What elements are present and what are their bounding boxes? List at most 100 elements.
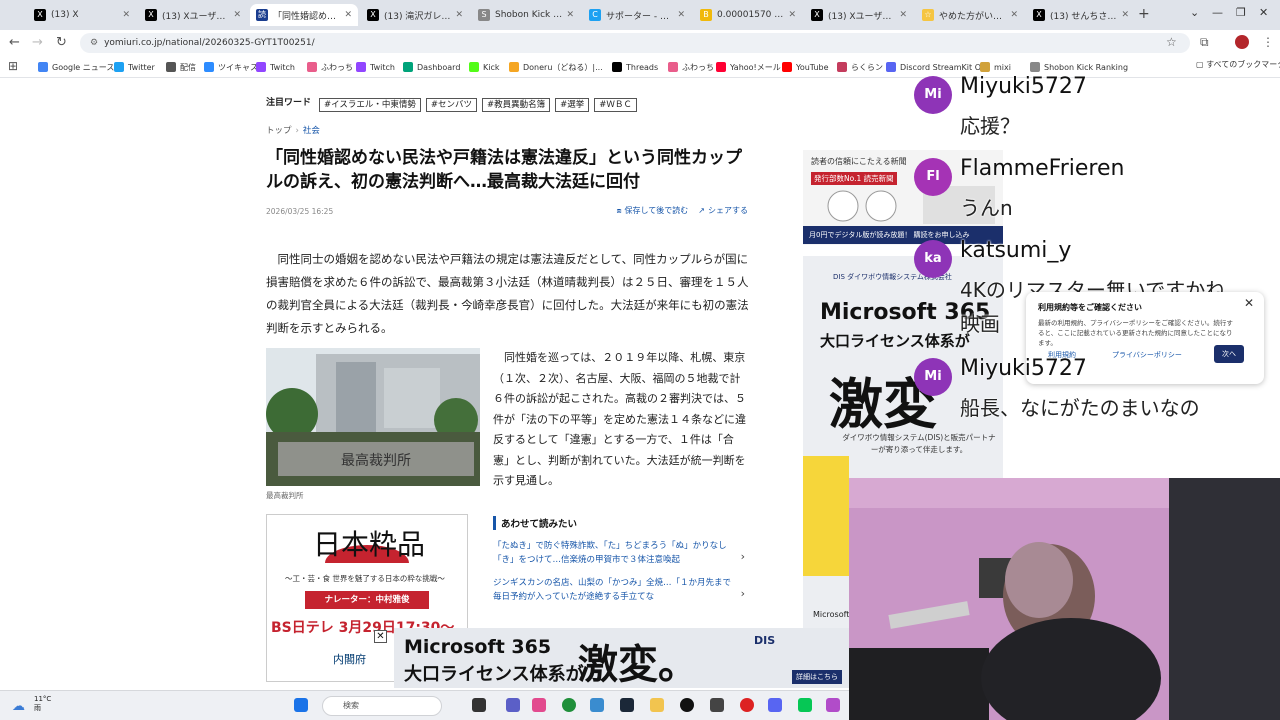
- obs-icon[interactable]: [680, 698, 694, 712]
- copilot-icon[interactable]: [532, 698, 546, 712]
- keyword-tag[interactable]: #ＷＢＣ: [594, 98, 637, 112]
- tab-close-icon[interactable]: ✕: [677, 10, 685, 20]
- bookmark-item[interactable]: Threads: [612, 59, 658, 75]
- related-title: あわせて読みたい: [493, 516, 753, 530]
- bookmark-item[interactable]: Twitter: [114, 59, 155, 75]
- taskbar-search[interactable]: 検索: [322, 696, 442, 716]
- tab-close-icon[interactable]: ✕: [122, 10, 130, 20]
- all-bookmarks-label: すべてのブックマーク: [1206, 60, 1280, 69]
- breadcrumb-top[interactable]: トップ: [266, 126, 292, 136]
- menu-icon[interactable]: ⋮: [1262, 35, 1274, 49]
- browser-tab[interactable]: C サポーター - せんち...✕: [583, 4, 691, 26]
- related-article-link[interactable]: 「たぬき」で防ぐ特殊詐欺、「た」ちどまろう「ぬ」かりなし「き」をつけて…信楽焼の…: [493, 540, 745, 567]
- app2-icon[interactable]: [826, 698, 840, 712]
- banner-line1: Microsoft 365: [404, 636, 552, 658]
- bookmark-item[interactable]: Dashboard: [403, 59, 460, 75]
- ad-close-icon[interactable]: ✕: [374, 630, 387, 643]
- browser-tab[interactable]: B 0.00001570 | AXS...✕: [694, 4, 802, 26]
- tab-close-icon[interactable]: ✕: [899, 10, 907, 20]
- bookmark-label: ふわっち: [682, 62, 714, 72]
- save-later-button[interactable]: ⧈ 保存して後で読む: [616, 205, 688, 216]
- bookmark-item[interactable]: Google ニュース: [38, 59, 114, 75]
- keyword-heading: 注目ワード: [266, 98, 312, 108]
- bookmark-item[interactable]: Twitch: [256, 59, 295, 75]
- bookmark-label: Dashboard: [417, 62, 461, 72]
- share-button[interactable]: ↗ シェアする: [698, 205, 748, 216]
- reload-icon[interactable]: ↻: [56, 35, 67, 50]
- bookmark-item[interactable]: らくらン: [837, 59, 883, 75]
- tab-favicon-icon: X: [1033, 9, 1045, 21]
- bookmark-item[interactable]: Kick: [469, 59, 500, 75]
- edge-icon[interactable]: [590, 698, 604, 712]
- site-info-icon[interactable]: ⚙: [90, 38, 98, 48]
- bookmark-item[interactable]: Twitch: [356, 59, 395, 75]
- apps-icon[interactable]: ⊞: [8, 59, 18, 73]
- tab-close-icon[interactable]: ✕: [788, 10, 796, 20]
- teams-icon[interactable]: [506, 698, 520, 712]
- back-icon[interactable]: ←: [9, 35, 20, 50]
- tab-search-icon[interactable]: ⌄: [1190, 6, 1199, 19]
- browser-tab[interactable]: X (13) せんちさん (@...✕: [1027, 4, 1135, 26]
- browser-tab[interactable]: 読「同性婚認めない民...✕: [250, 4, 358, 26]
- tab-favicon-icon: S: [478, 9, 490, 21]
- file-explorer-icon[interactable]: [650, 698, 664, 712]
- extensions-icon[interactable]: ⧉: [1200, 35, 1209, 50]
- weather-widget[interactable]: 11°C 雨: [34, 695, 51, 713]
- browser-tab[interactable]: X (13) X ✕: [28, 4, 136, 26]
- bookmark-item[interactable]: 配信: [166, 59, 196, 75]
- browser-tab[interactable]: X (13) Xユーザーの芸...✕: [139, 4, 247, 26]
- record-icon[interactable]: [740, 698, 754, 712]
- steam-icon[interactable]: [620, 698, 634, 712]
- keyword-tag[interactable]: #選挙: [555, 98, 590, 112]
- line-icon[interactable]: [798, 698, 812, 712]
- browser-tab[interactable]: X (13) Xユーザーの滝...✕: [805, 4, 913, 26]
- browser-tab[interactable]: S Shobon Kick Ranki...✕: [472, 4, 580, 26]
- discord-icon[interactable]: [768, 698, 782, 712]
- bookmark-item[interactable]: ふわっち: [668, 59, 714, 75]
- new-tab-button[interactable]: +: [1138, 6, 1150, 22]
- bookmark-star-icon[interactable]: ☆: [1166, 35, 1177, 49]
- bottom-banner-ad[interactable]: Microsoft 365 大口ライセンス体系が 激変。 DIS 詳細はこちら: [394, 628, 849, 688]
- browser-tab[interactable]: ☆ やめた方がいい | ア...✕: [916, 4, 1024, 26]
- tab-close-icon[interactable]: ✕: [233, 10, 241, 20]
- keyword-tag[interactable]: #イスラエル・中東情勢: [319, 98, 421, 112]
- tab-close-icon[interactable]: ✕: [566, 10, 574, 20]
- chat-text: 船長、なにがたのまいなの: [960, 396, 1200, 420]
- bookmark-item[interactable]: Doneru（どねる）|...: [509, 59, 603, 75]
- keyword-tag[interactable]: #教員異動名簿: [482, 98, 551, 112]
- bookmark-item[interactable]: YouTube: [782, 59, 829, 75]
- app-icon[interactable]: [710, 698, 724, 712]
- all-bookmarks-button[interactable]: ▢ すべてのブックマーク: [1196, 59, 1280, 70]
- bookmark-label: Twitch: [370, 62, 395, 72]
- tab-close-icon[interactable]: ✕: [1010, 10, 1018, 20]
- tab-close-icon[interactable]: ✕: [344, 10, 352, 20]
- url-input[interactable]: ⚙ yomiuri.co.jp/national/20260325-GYT1T00…: [80, 33, 1190, 53]
- close-window-icon[interactable]: ✕: [1259, 6, 1268, 19]
- chat-username: Miyuki5727: [960, 356, 1087, 381]
- related-article-link[interactable]: ジンギスカンの名店、山梨の「かつみ」全焼…「１か月先まで毎日予約が入っていたが途…: [493, 577, 745, 604]
- profile-avatar[interactable]: [1235, 35, 1249, 49]
- bookmark-item[interactable]: Yahoo!メール: [716, 59, 781, 75]
- banner-more-button[interactable]: 詳細はこちら: [792, 670, 842, 684]
- maximize-icon[interactable]: ❐: [1236, 6, 1246, 19]
- tab-label: (13) Xユーザーの芸...: [162, 11, 230, 22]
- breadcrumb-society[interactable]: 社会: [303, 126, 320, 136]
- keyword-tag[interactable]: #センバツ: [425, 98, 478, 112]
- forward-icon[interactable]: →: [32, 35, 43, 50]
- bookmark-item[interactable]: ツイキャス: [204, 59, 258, 75]
- tab-label: やめた方がいい | ア...: [939, 11, 1007, 22]
- supreme-court-photo[interactable]: 最高裁判所: [266, 348, 480, 486]
- start-icon[interactable]: [294, 698, 308, 712]
- chat-text: うんn: [960, 196, 1013, 220]
- tab-close-icon[interactable]: ✕: [1121, 10, 1129, 20]
- bookmark-favicon-icon: [782, 62, 792, 72]
- url-text: yomiuri.co.jp/national/20260325-GYT1T002…: [104, 38, 315, 48]
- tab-close-icon[interactable]: ✕: [455, 10, 463, 20]
- chrome-icon[interactable]: [562, 698, 576, 712]
- task-view-icon[interactable]: [472, 698, 486, 712]
- close-icon[interactable]: ✕: [1244, 296, 1254, 310]
- bookmark-item[interactable]: ふわっち: [307, 59, 353, 75]
- browser-tab[interactable]: X (13) 滝沢ガレソ (@...✕: [361, 4, 469, 26]
- minimize-icon[interactable]: —: [1212, 6, 1223, 19]
- ad-brand-title: 日本粋品: [313, 528, 426, 561]
